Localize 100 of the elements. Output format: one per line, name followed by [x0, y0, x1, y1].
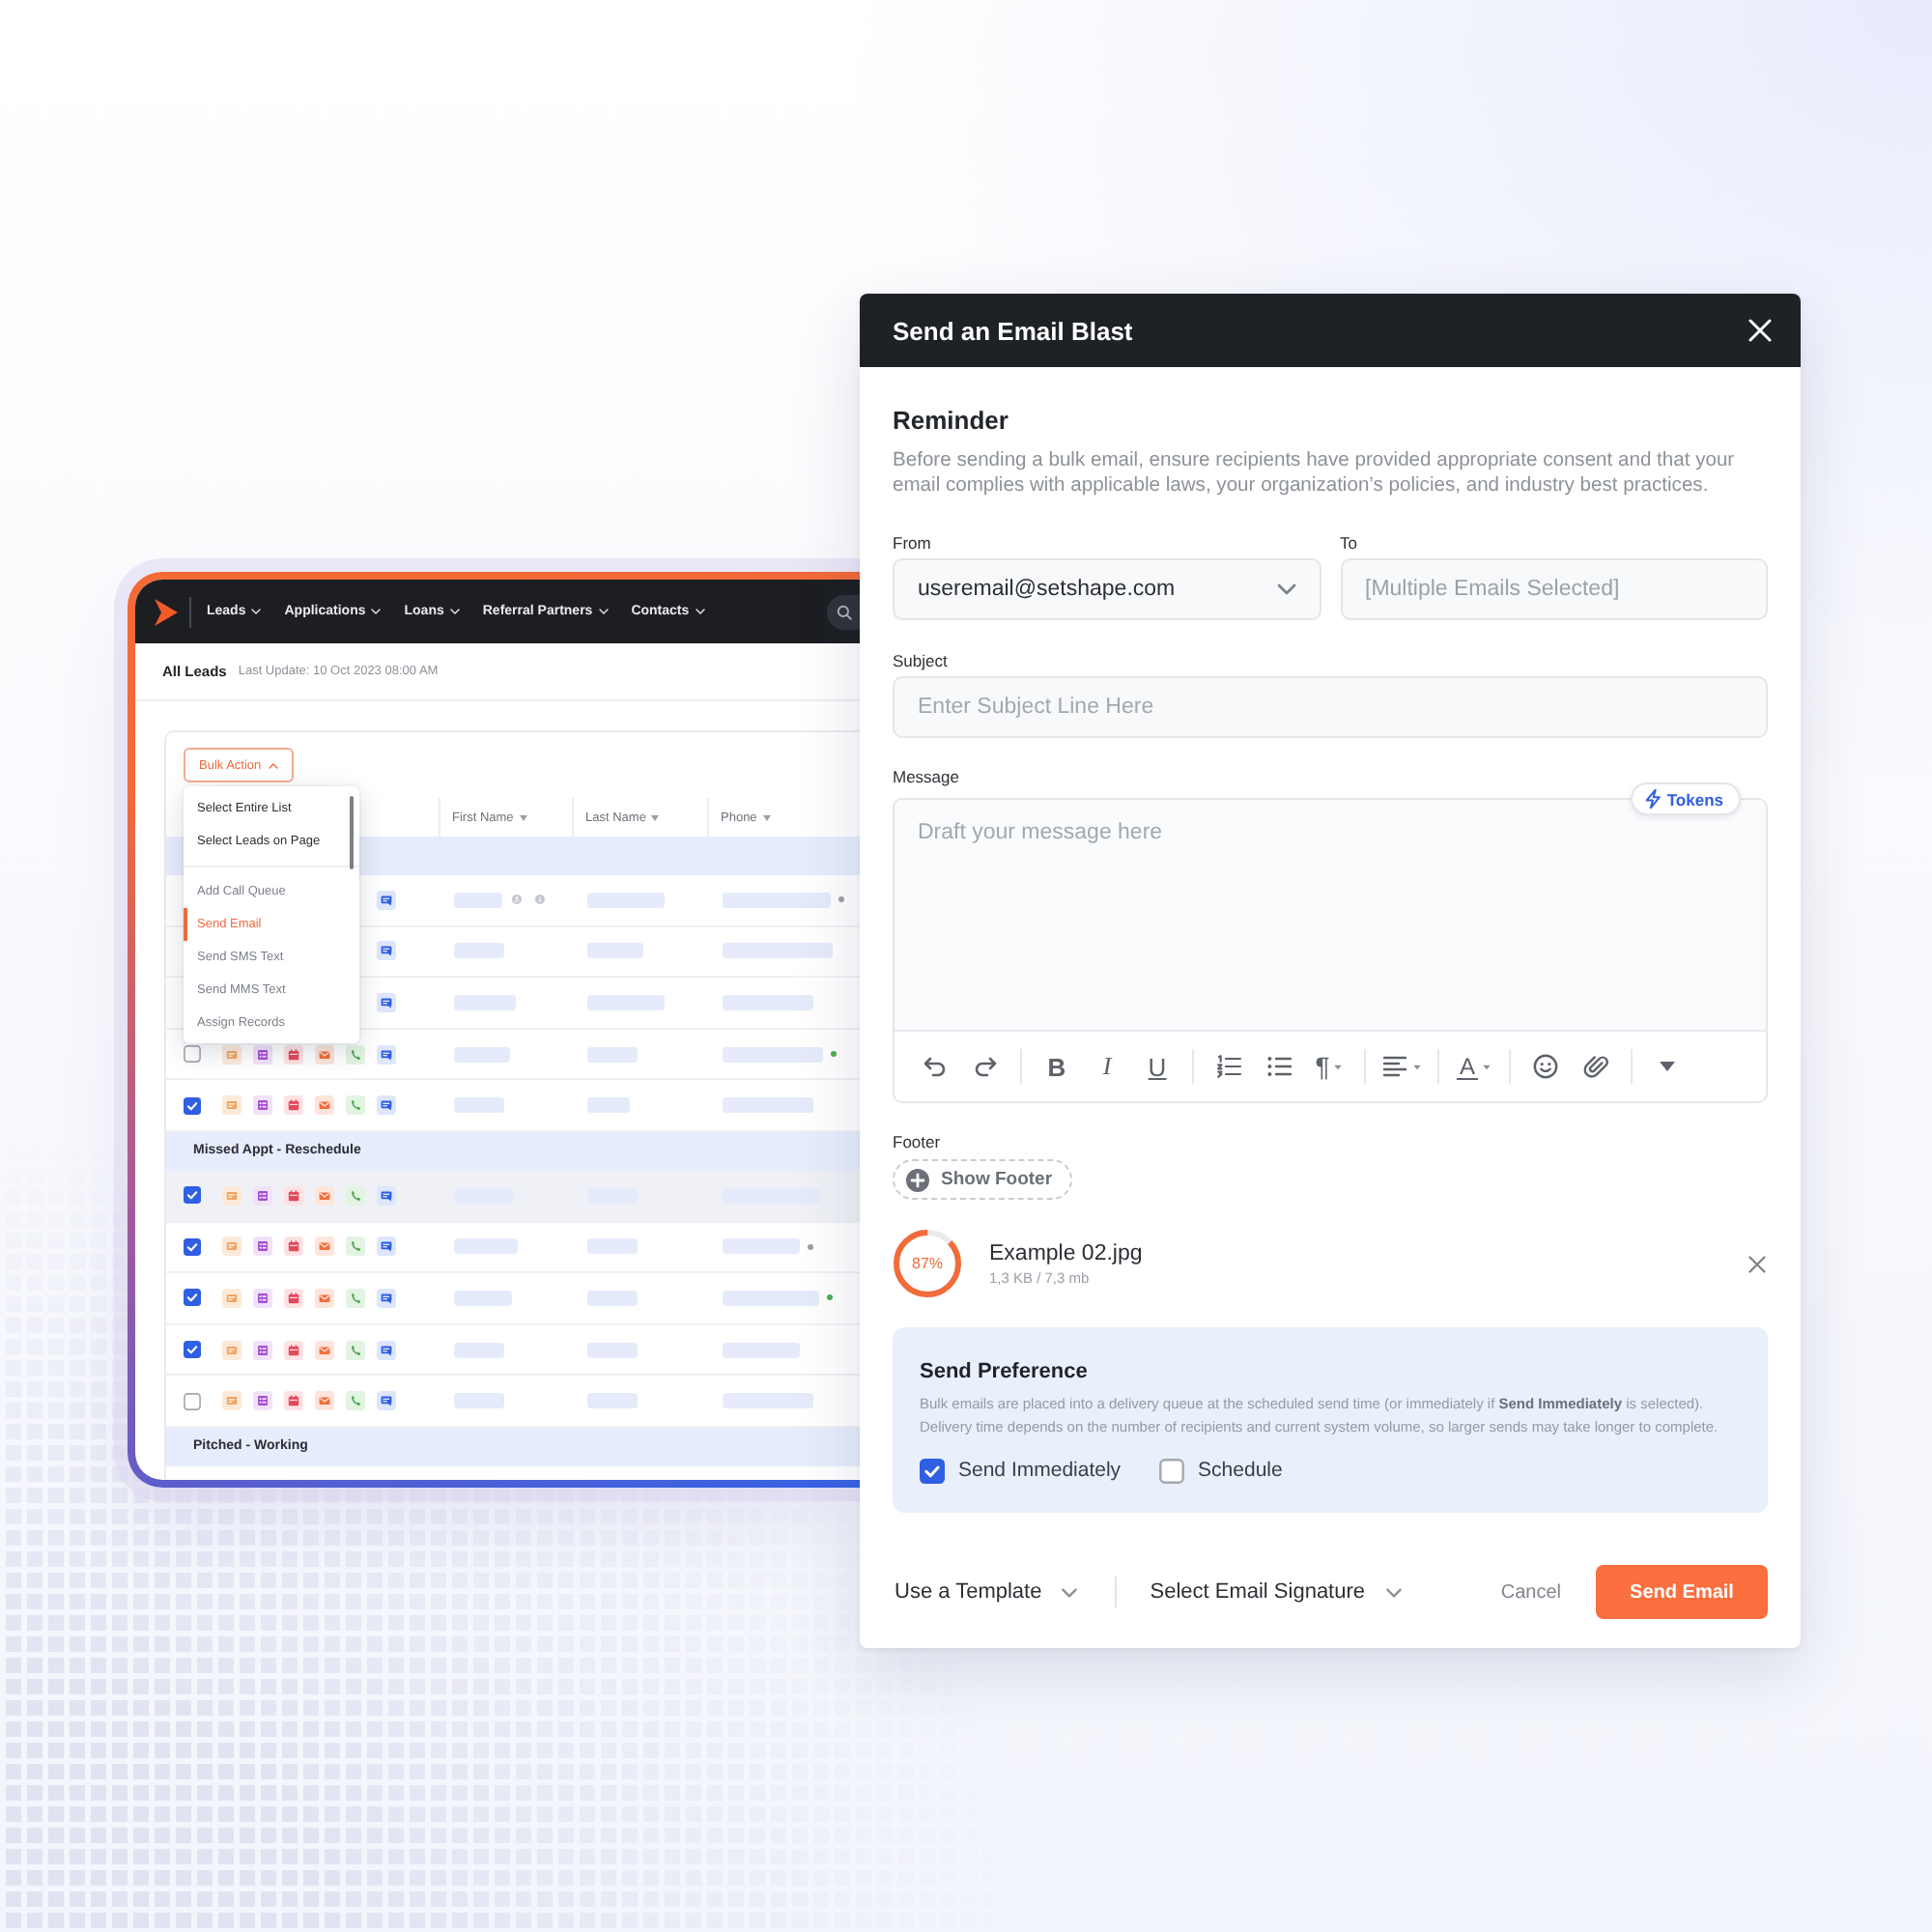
note-icon[interactable]	[222, 1340, 242, 1360]
mail-icon[interactable]	[315, 1391, 334, 1411]
calendar-icon[interactable]	[284, 1391, 303, 1411]
checkbox[interactable]	[184, 1289, 201, 1307]
note-icon[interactable]	[222, 1288, 242, 1308]
checkbox[interactable]	[184, 1237, 201, 1256]
list-icon[interactable]	[253, 1391, 272, 1411]
list-icon[interactable]	[253, 1044, 272, 1065]
list-icon[interactable]	[253, 1288, 272, 1308]
mail-icon[interactable]	[315, 1185, 334, 1206]
remove-file-button[interactable]	[1748, 1255, 1766, 1272]
paragraph-style-button[interactable]: ¶	[1310, 1047, 1349, 1086]
list-icon[interactable]	[253, 1236, 272, 1257]
chevron-down-icon	[1276, 583, 1295, 595]
template-dropdown[interactable]: Use a Template	[893, 1580, 1079, 1604]
note-icon[interactable]	[222, 1236, 242, 1257]
chat-icon[interactable]	[377, 1044, 396, 1065]
placeholder-bar	[723, 943, 833, 959]
chat-icon[interactable]	[377, 1391, 396, 1411]
placeholder-bar	[587, 1393, 638, 1409]
text-color-button[interactable]: A	[1455, 1047, 1493, 1086]
bold-button[interactable]: B	[1037, 1047, 1076, 1086]
from-select[interactable]: useremail@setshape.com	[893, 558, 1321, 620]
chat-icon[interactable]	[377, 1095, 396, 1116]
placeholder-bar	[723, 1238, 800, 1255]
checkbox[interactable]	[184, 1341, 201, 1359]
show-footer-button[interactable]: Show Footer	[893, 1159, 1072, 1200]
calendar-icon[interactable]	[284, 1185, 303, 1206]
checkbox[interactable]	[184, 1392, 201, 1410]
list-icon[interactable]	[253, 1095, 272, 1116]
chat-icon[interactable]	[377, 992, 396, 1012]
section-title: Send Preference	[920, 1358, 1090, 1385]
scrollbar[interactable]	[349, 796, 354, 869]
chat-icon[interactable]	[377, 1185, 396, 1206]
chat-icon[interactable]	[377, 1340, 396, 1360]
checkbox[interactable]	[184, 1096, 201, 1115]
placeholder-bar	[723, 1097, 813, 1114]
underline-button[interactable]: U	[1138, 1047, 1177, 1086]
calendar-icon[interactable]	[284, 1095, 303, 1116]
list-icon[interactable]	[253, 1185, 272, 1206]
calendar-icon[interactable]	[284, 1044, 303, 1065]
phone-icon[interactable]	[346, 1044, 365, 1065]
note-icon[interactable]	[222, 1391, 242, 1411]
checkbox[interactable]	[1159, 1458, 1185, 1483]
phone-icon[interactable]	[346, 1236, 365, 1257]
checkbox[interactable]	[184, 1186, 201, 1205]
phone-icon[interactable]	[346, 1095, 365, 1116]
chevron-down-icon	[449, 609, 460, 614]
placeholder-bar	[587, 892, 665, 908]
placeholder-bar	[587, 1238, 638, 1255]
chat-icon[interactable]	[377, 1236, 396, 1257]
tokens-button[interactable]: Tokens	[1630, 782, 1741, 815]
chat-icon[interactable]	[377, 890, 396, 910]
chevron-up-icon	[269, 762, 279, 768]
dialog-title: Send an Email Blast	[893, 316, 1133, 345]
list-icon[interactable]	[253, 1340, 272, 1360]
placeholder-bar	[723, 994, 813, 1010]
phone-icon[interactable]	[346, 1340, 365, 1360]
field-label: Subject	[893, 651, 950, 670]
checkbox[interactable]	[920, 1458, 945, 1483]
placeholder-bar	[454, 1342, 504, 1358]
placeholder-bar	[454, 892, 502, 908]
phone-icon[interactable]	[346, 1391, 365, 1411]
placeholder-bar	[454, 994, 516, 1010]
reminder-text: Before sending a bulk email, ensure recipients have provided appropriate consent and that your email complies with applicable laws, your organization’s policies, and industry best practices.	[893, 448, 1737, 498]
logo-icon[interactable]	[155, 598, 178, 625]
chat-icon[interactable]	[377, 1288, 396, 1308]
subject-input[interactable]: Enter Subject Line Here	[893, 676, 1768, 738]
progress-ring	[893, 1229, 962, 1298]
placeholder-bar	[454, 1046, 510, 1063]
placeholder-bar	[587, 1097, 630, 1114]
signature-dropdown[interactable]: Select Email Signature	[1148, 1580, 1403, 1604]
close-button[interactable]	[1748, 319, 1772, 342]
placeholder-bar	[454, 943, 504, 959]
numbered-list-icon	[1215, 1053, 1242, 1080]
chevron-down-icon	[371, 609, 382, 614]
field-label: Message	[893, 767, 961, 786]
mail-icon[interactable]	[315, 1236, 334, 1257]
placeholder-bar	[587, 943, 643, 959]
sort-caret-icon	[762, 814, 771, 820]
mail-icon[interactable]	[315, 1095, 334, 1116]
checkbox[interactable]	[184, 1045, 201, 1064]
cancel-button[interactable]: Cancel	[1500, 1581, 1561, 1603]
italic-button[interactable]: I	[1088, 1047, 1126, 1086]
phone-icon[interactable]	[346, 1185, 365, 1206]
mail-icon[interactable]	[315, 1288, 334, 1308]
sort-caret-icon	[519, 814, 527, 820]
file-name: Example 02.jpg	[989, 1241, 1143, 1264]
calendar-icon[interactable]	[284, 1288, 303, 1308]
note-icon[interactable]	[222, 1095, 242, 1116]
placeholder-bar	[723, 892, 831, 908]
chat-icon[interactable]	[377, 941, 396, 961]
checkbox-label: Send Immediately	[958, 1459, 1122, 1482]
search-field[interactable]	[827, 594, 860, 629]
calendar-icon[interactable]	[284, 1236, 303, 1257]
chevron-down-icon	[1384, 1587, 1403, 1597]
mail-icon[interactable]	[315, 1044, 334, 1065]
phone-icon[interactable]	[346, 1288, 365, 1308]
mail-icon[interactable]	[315, 1340, 334, 1360]
calendar-icon[interactable]	[284, 1340, 303, 1360]
